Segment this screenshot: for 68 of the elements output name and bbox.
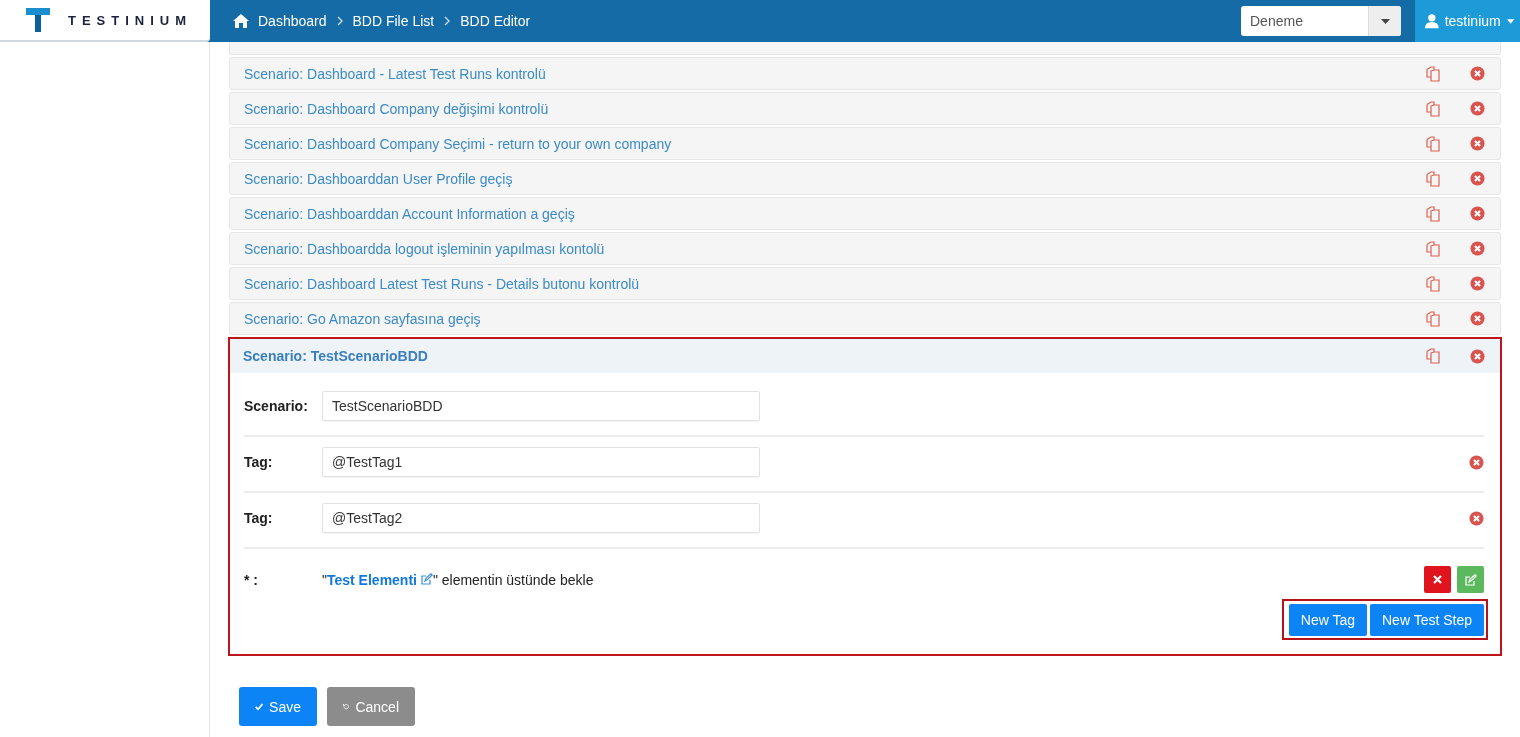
logo-icon	[26, 8, 50, 32]
scenario-row[interactable]: Scenario: Dashboarddan Account Information a geçiş	[229, 197, 1501, 230]
cancel-button[interactable]: Cancel	[327, 687, 415, 726]
edit-icon	[1464, 573, 1477, 586]
scenario-title: Scenario: Dashboarddan Account Information a geçiş	[244, 205, 576, 222]
copy-icon[interactable]	[1425, 135, 1441, 152]
copy-icon[interactable]	[1425, 100, 1441, 117]
delete-icon[interactable]	[1470, 241, 1485, 256]
breadcrumb-link[interactable]: BDD Editor	[460, 13, 531, 29]
edit-step-button[interactable]	[1457, 566, 1484, 593]
delete-icon[interactable]	[1469, 454, 1484, 470]
delete-icon[interactable]	[1470, 206, 1485, 221]
copy-icon[interactable]	[1425, 275, 1441, 292]
step-label: * :	[244, 571, 259, 588]
delete-step-button[interactable]	[1424, 566, 1451, 593]
copy-icon[interactable]	[1425, 205, 1441, 222]
scenario-title: Scenario: Dashboard Company Seçimi - return to your own company	[244, 135, 673, 152]
scenario-row[interactable]: Scenario: Dashboard Company değişimi kontrolü	[229, 92, 1501, 125]
scenario-title: Scenario: TestScenarioBDD	[243, 348, 429, 364]
delete-icon[interactable]	[1469, 510, 1484, 526]
close-icon	[1433, 575, 1442, 584]
caret-icon	[1506, 18, 1514, 24]
breadcrumb-link[interactable]: BDD File List	[352, 13, 435, 29]
delete-icon[interactable]	[1470, 66, 1485, 81]
copy-icon[interactable]	[1425, 65, 1441, 82]
scenario-name-field[interactable]: TestScenarioBDD	[322, 391, 760, 421]
scenario-title: Scenario: Dashboarddan User Profile geçiş	[244, 170, 514, 187]
tag-field[interactable]: @TestTag1	[322, 447, 760, 477]
scenario-row[interactable]: Scenario: Dashboard Company Seçimi - return to your own company	[229, 127, 1501, 160]
copy-icon[interactable]	[1425, 348, 1441, 364]
scenario-title: Scenario: Dashboard Company değişimi kontrolü	[244, 100, 550, 117]
element-link[interactable]: Test Elementi	[327, 571, 433, 588]
delete-icon[interactable]	[1470, 171, 1485, 186]
field-label: Scenario:	[244, 398, 309, 414]
delete-icon[interactable]	[1470, 101, 1485, 116]
scenario-row[interactable]: Scenario: TestScenarioBDD	[230, 339, 1500, 373]
scenario-title: Scenario: Dashboardda logout işleminin yapılması kontolü	[244, 240, 606, 257]
tag-field[interactable]: @TestTag2	[322, 503, 760, 533]
scenario-row[interactable]: Scenario: Dashboard Latest Test Runs - Details butonu kontrolü	[229, 267, 1501, 300]
check-icon	[255, 701, 264, 712]
save-button[interactable]: Save	[239, 687, 317, 726]
scenario-row[interactable]: Scenario: Dashboarddan User Profile geçiş	[229, 162, 1501, 195]
project-select[interactable]: Deneme	[1241, 6, 1401, 36]
scenario-title: Scenario: Dashboard Latest Test Runs - Details butonu kontrolü	[244, 275, 641, 292]
new-button[interactable]: New Tag	[1288, 604, 1367, 636]
delete-icon[interactable]	[1470, 348, 1485, 364]
scenario-row[interactable]: Scenario: Go Amazon sayfasına geçiş	[229, 302, 1501, 335]
scenario-row[interactable]: Scenario: Dashboardda logout işleminin yapılması kontolü	[229, 232, 1501, 265]
field-label: Tag:	[244, 510, 274, 526]
user-menu[interactable]: testinium	[1415, 0, 1520, 42]
home-icon[interactable]	[232, 13, 250, 29]
breadcrumb-link[interactable]: Dashboard	[258, 13, 327, 29]
field-label: Tag:	[244, 454, 274, 470]
scenario-row[interactable]: Scenario: Dashboard - Latest Test Runs kontrolü	[229, 57, 1501, 90]
new-button[interactable]: New Test Step	[1370, 604, 1484, 636]
scenario-title: Scenario: Go Amazon sayfasına geçiş	[244, 310, 482, 327]
copy-icon[interactable]	[1425, 240, 1441, 257]
logo-text: TESTINIUM	[68, 12, 193, 28]
step-text: "Test Elementi " elementin üstünde bekle	[322, 571, 594, 588]
delete-icon[interactable]	[1470, 276, 1485, 291]
user-icon	[1425, 13, 1439, 29]
caret-icon	[1380, 18, 1390, 24]
copy-icon[interactable]	[1425, 170, 1441, 187]
delete-icon[interactable]	[1470, 311, 1485, 326]
copy-icon[interactable]	[1425, 310, 1441, 327]
delete-icon[interactable]	[1470, 136, 1485, 151]
edit-icon[interactable]	[420, 572, 433, 585]
scenario-title: Scenario: Dashboard - Latest Test Runs kontrolü	[244, 65, 547, 82]
